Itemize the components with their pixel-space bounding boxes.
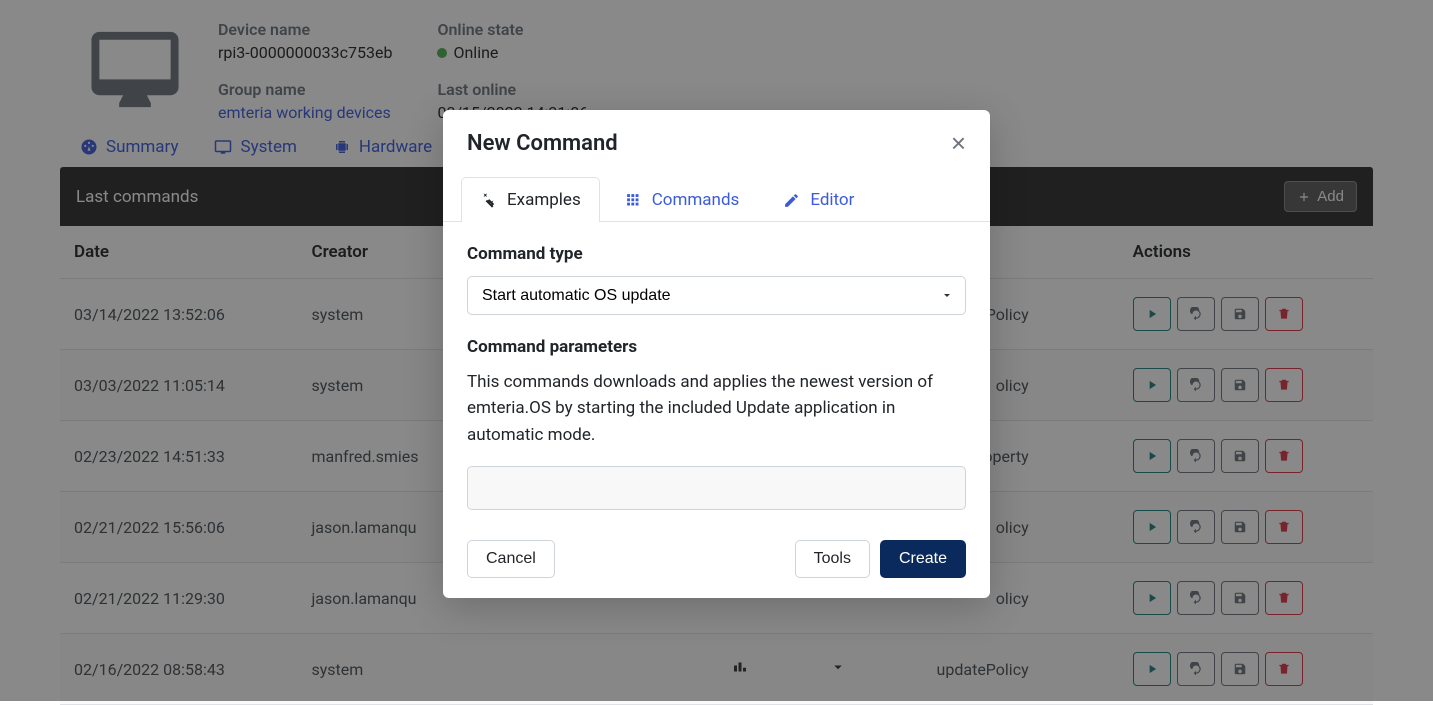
- close-button[interactable]: ×: [951, 130, 966, 156]
- tab-editor[interactable]: Editor: [764, 177, 873, 222]
- cancel-button[interactable]: Cancel: [467, 540, 555, 578]
- new-command-modal: New Command × Examples Commands Editor C…: [443, 110, 990, 598]
- command-type-select[interactable]: Start automatic OS update: [467, 276, 966, 315]
- tab-examples[interactable]: Examples: [461, 177, 600, 222]
- tab-commands[interactable]: Commands: [606, 177, 759, 222]
- wand-icon: [480, 192, 497, 209]
- pencil-icon: [783, 192, 800, 209]
- command-params-input[interactable]: [467, 466, 966, 510]
- tools-button[interactable]: Tools: [795, 540, 870, 578]
- create-button[interactable]: Create: [880, 540, 966, 578]
- modal-title: New Command: [467, 131, 618, 156]
- command-params-label: Command parameters: [467, 337, 966, 357]
- command-params-desc: This commands downloads and applies the …: [467, 369, 966, 448]
- command-type-label: Command type: [467, 244, 966, 264]
- grid-icon: [625, 192, 642, 209]
- modal-overlay[interactable]: New Command × Examples Commands Editor C…: [0, 0, 1433, 701]
